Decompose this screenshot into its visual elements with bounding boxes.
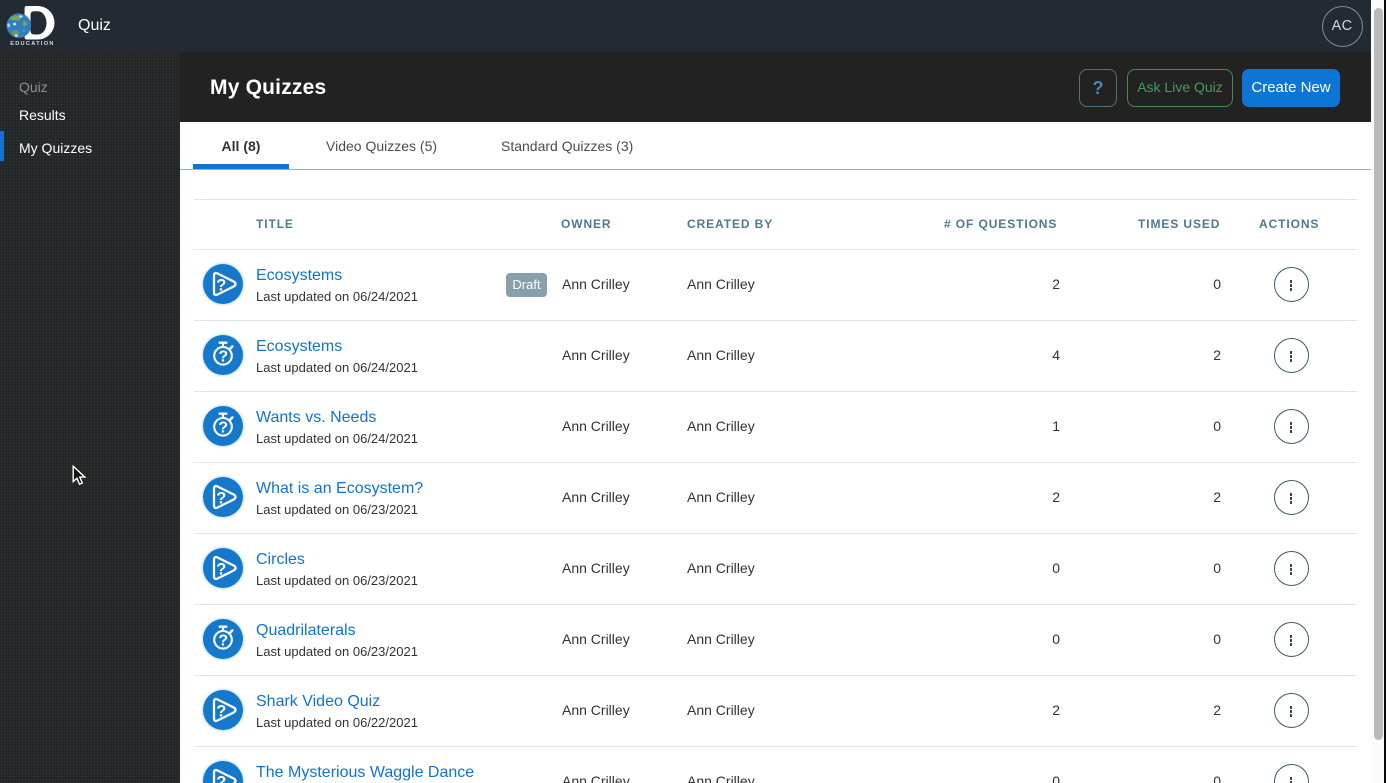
svg-text:?: ? <box>216 773 226 783</box>
svg-text:?: ? <box>216 702 226 720</box>
svg-text:?: ? <box>216 276 226 294</box>
svg-text:?: ? <box>218 632 228 649</box>
svg-text:?: ? <box>216 489 226 507</box>
svg-text:?: ? <box>216 560 226 578</box>
svg-text:?: ? <box>218 419 228 436</box>
svg-text:?: ? <box>218 348 228 365</box>
svg-text:EDUCATION: EDUCATION <box>10 41 55 47</box>
